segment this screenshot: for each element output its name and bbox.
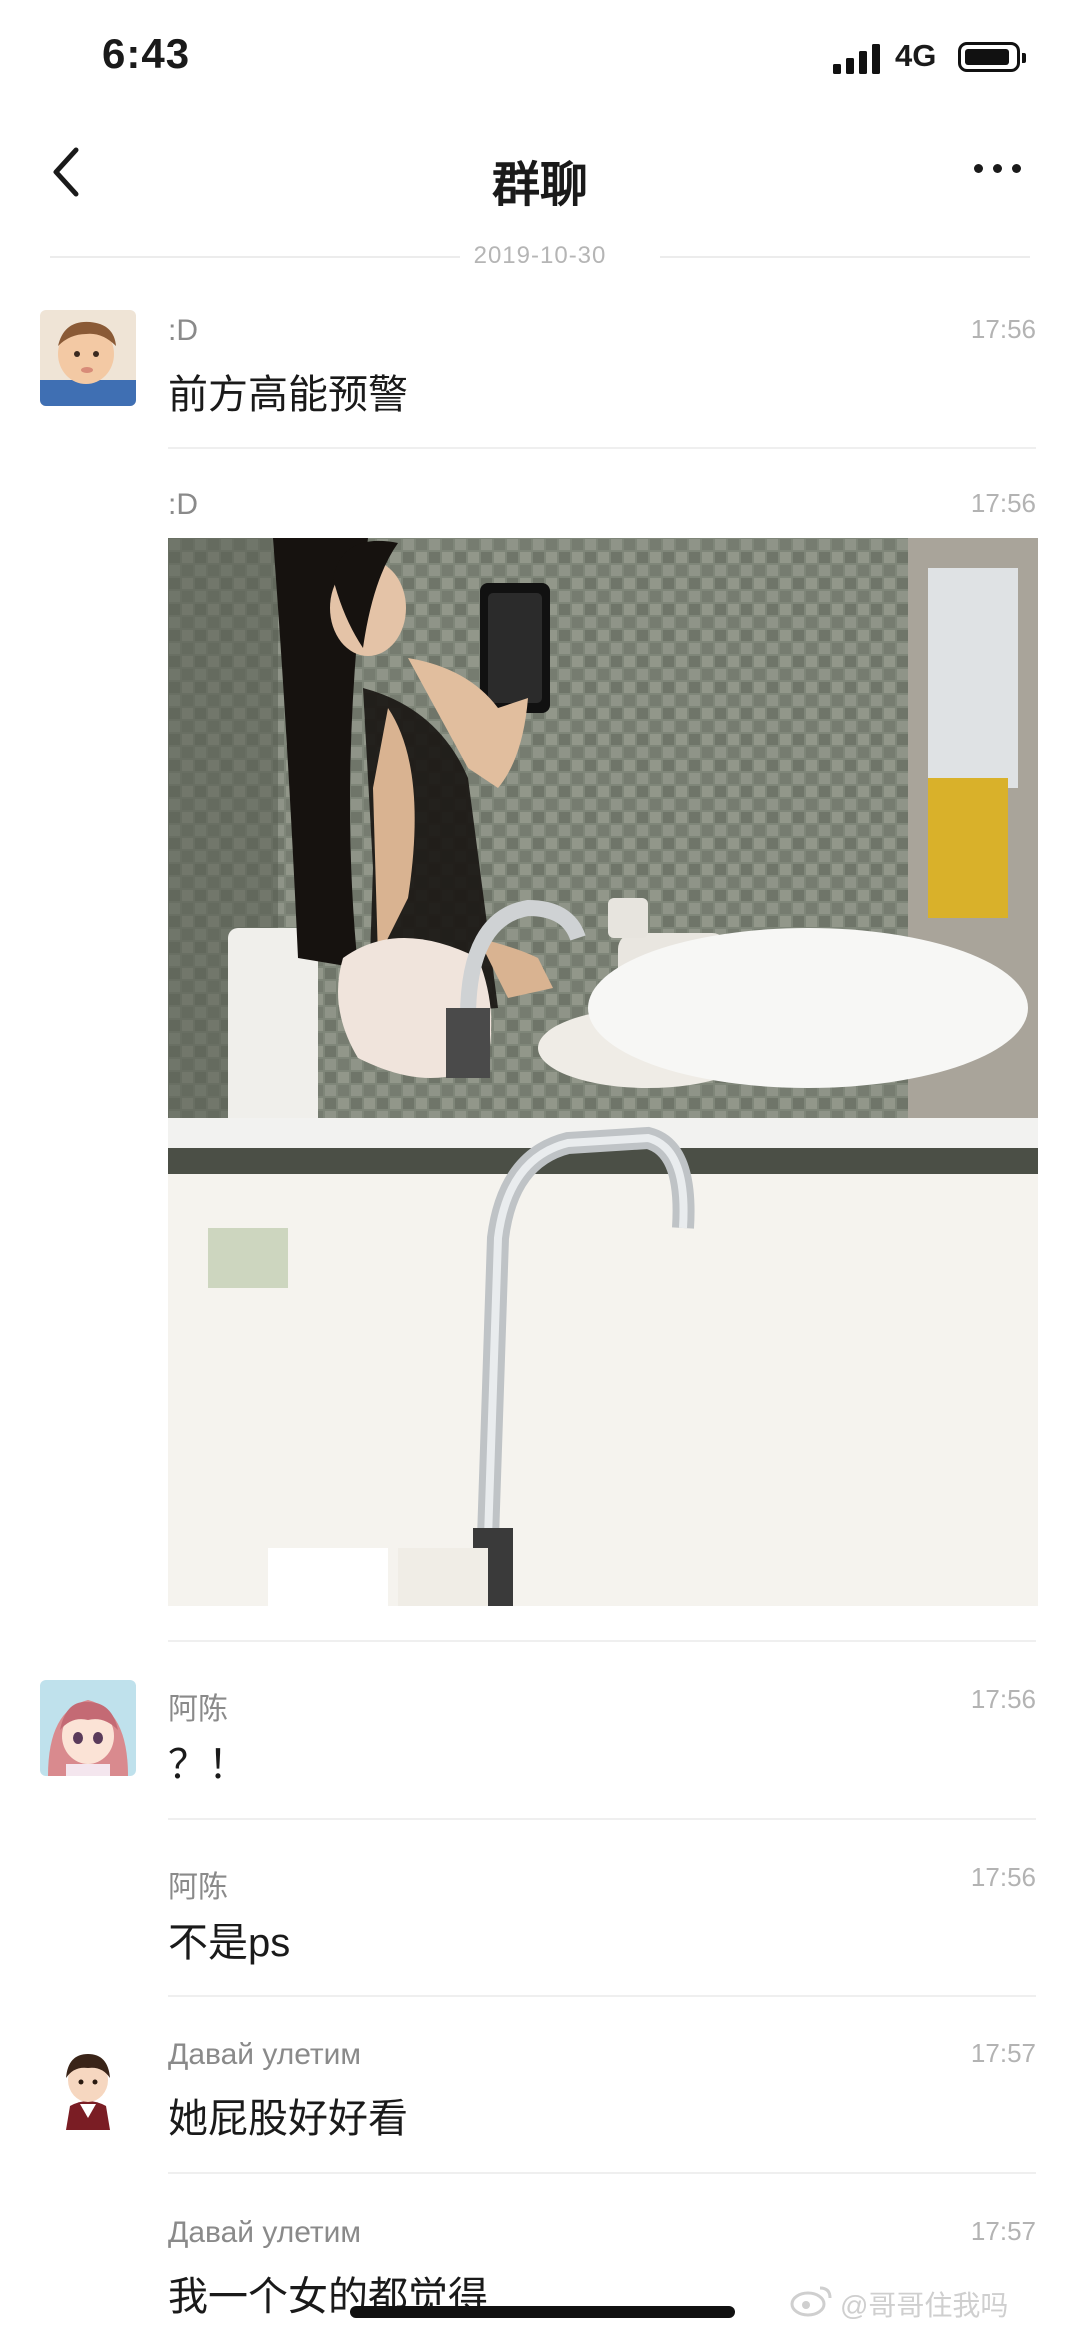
- sender-name: Давай улетим: [168, 2216, 362, 2249]
- message-time: 17:56: [970, 488, 1036, 518]
- message-text: 她屁股好好看: [168, 2097, 408, 2141]
- watermark: @哥哥住我吗: [840, 2290, 1009, 2321]
- network-type: 4G: [895, 38, 937, 73]
- sender-name: :D: [168, 488, 198, 521]
- message-time: 17:56: [970, 314, 1036, 344]
- weibo-logo-icon: [790, 2286, 832, 2317]
- status-time: 6:43: [102, 30, 191, 77]
- date-divider: 2019-10-30: [50, 242, 1030, 272]
- message-item: 阿陈 17:56 ？！: [0, 1680, 1080, 1810]
- nav-bar: 群聊: [0, 110, 1080, 250]
- message-text: 前方高能预警: [168, 373, 408, 417]
- more-dots-icon[interactable]: [968, 152, 1028, 182]
- divider: [168, 1995, 1036, 1997]
- message-text: 不是ps: [168, 1921, 291, 1965]
- message-item: 阿陈 17:56 不是ps: [0, 1858, 1080, 1968]
- battery-icon: [958, 42, 1026, 72]
- message-item: :D 17:56 前方高能预警: [0, 310, 1080, 440]
- message-time: 17:56: [970, 1862, 1036, 1892]
- home-indicator[interactable]: [350, 2306, 735, 2318]
- page-title: 群聊: [491, 159, 588, 212]
- avatar[interactable]: [40, 310, 136, 406]
- divider: [168, 2172, 1036, 2174]
- sender-name: :D: [168, 314, 198, 347]
- message-time: 17:56: [970, 1684, 1036, 1714]
- avatar[interactable]: [40, 1680, 136, 1776]
- message-time: 17:57: [970, 2216, 1036, 2246]
- sender-name: 阿陈: [168, 1693, 228, 1726]
- message-photo[interactable]: [168, 538, 1038, 1606]
- message-item: :D 17:56: [0, 488, 1080, 521]
- signal-icon: [833, 44, 880, 74]
- sender-name: 阿陈: [168, 1871, 228, 1904]
- message-item: Давай улетим 17:57 她屁股好好看: [0, 2034, 1080, 2164]
- divider: [168, 1640, 1036, 1642]
- avatar[interactable]: [40, 2034, 136, 2130]
- status-bar: 6:43 4G: [0, 0, 1080, 110]
- sender-name: Давай улетим: [168, 2038, 362, 2071]
- divider: [168, 1818, 1036, 1820]
- date-label: 2019-10-30: [473, 242, 607, 269]
- divider: [168, 447, 1036, 449]
- message-time: 17:57: [970, 2038, 1036, 2068]
- message-text: ？！: [168, 1743, 248, 1787]
